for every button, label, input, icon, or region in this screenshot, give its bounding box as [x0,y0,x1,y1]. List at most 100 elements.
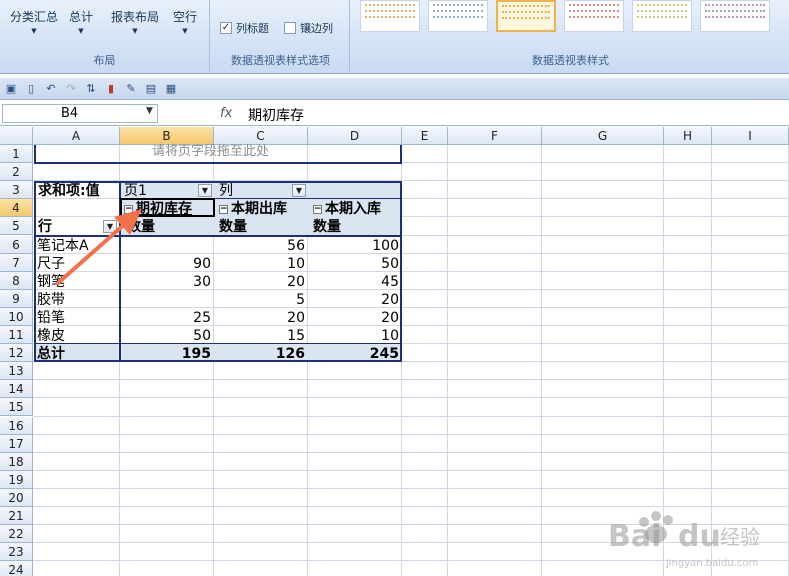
grand-total-cell[interactable]: 195 [120,345,214,363]
row-header-10[interactable]: 10 [0,307,33,326]
row-item-label[interactable]: 铅笔 [37,309,65,327]
row-header-24[interactable]: 24 [0,561,33,576]
form-icon[interactable]: ▤ [144,82,158,96]
column-item[interactable]: − 本期出库 [219,200,287,218]
style-thumb-1[interactable] [360,0,420,32]
grand-totals-label: 总计 [68,10,93,24]
svg-text:du: du [678,519,721,554]
row-header-21[interactable]: 21 [0,507,33,526]
column-item[interactable]: − 本期入库 [313,200,381,218]
select-all-corner[interactable] [0,127,33,145]
grand-total-cell[interactable]: 126 [214,345,308,363]
gridline [33,487,789,489]
value-cell[interactable]: 25 [120,309,214,327]
save-icon[interactable]: ▣ [4,82,18,96]
svg-text:jingyan.baidu.com: jingyan.baidu.com [665,558,758,569]
row-header-1[interactable]: 1 [0,145,33,164]
row-header-14[interactable]: 14 [0,380,33,399]
new-file-icon[interactable]: ▯ [24,82,38,96]
style-thumb-2[interactable] [428,0,488,32]
grand-total-cell[interactable]: 245 [308,345,402,363]
name-box[interactable]: B4 [2,104,158,123]
column-header-D[interactable]: D [308,127,402,145]
value-cell[interactable]: 20 [308,309,402,327]
page-field-filter-icon[interactable]: ▼ [198,184,212,198]
row-header-19[interactable]: 19 [0,470,33,489]
layout-group: 分类汇总 ▼ 总计 ▼ 报表布局 ▼ 空行 ▼ 布局 [0,0,210,72]
blank-rows-label: 空行 [172,10,197,24]
row-item-label[interactable]: 橡皮 [37,327,65,345]
column-header-H[interactable]: H [664,127,712,145]
blank-rows-button[interactable]: 空行 ▼ [168,8,202,35]
style-thumb-4[interactable] [564,0,624,32]
row-header-5[interactable]: 5 [0,217,33,236]
gridline [33,379,789,381]
col-headers-option[interactable]: ✓ 列标题 [220,20,269,36]
value-cell[interactable]: 100 [308,237,402,255]
grand-totals-button[interactable]: 总计 ▼ [64,8,98,35]
style-thumb-5[interactable] [632,0,692,32]
row-header-8[interactable]: 8 [0,271,33,290]
chevron-down-icon: ▼ [31,27,37,35]
value-cell[interactable]: 50 [308,255,402,273]
value-cell[interactable]: 45 [308,273,402,291]
chart-icon[interactable]: ▮ [104,82,118,96]
row-header-20[interactable]: 20 [0,488,33,507]
row-header-23[interactable]: 23 [0,543,33,562]
row-header-17[interactable]: 17 [0,434,33,453]
row-header-16[interactable]: 16 [0,416,33,435]
row-header-4[interactable]: 4 [0,199,33,218]
value-cell[interactable]: 15 [214,327,308,345]
baidu-watermark-logo: Bai du 经验 jingyan.baidu.com [608,511,760,569]
column-header-F[interactable]: F [448,127,542,145]
column-header-E[interactable]: E [402,127,448,145]
value-cell[interactable]: 5 [214,291,308,309]
style-thumb-6[interactable] [700,0,770,32]
collapse-icon[interactable]: − [313,205,322,215]
row-header-22[interactable]: 22 [0,525,33,544]
column-field-filter-icon[interactable]: ▼ [292,184,306,198]
value-cell[interactable]: 10 [308,327,402,345]
row-header-2[interactable]: 2 [0,163,33,182]
formula-value[interactable]: 期初库存 [248,105,304,125]
value-cell[interactable]: 50 [120,327,214,345]
chevron-down-icon: ▼ [78,27,84,35]
row-header-15[interactable]: 15 [0,398,33,417]
quick-access-toolbar: ▣ ▯ ↶ ↷ ⇅ ▮ ✎ ▤ ▦ [0,78,789,100]
report-layout-button[interactable]: 报表布局 ▼ [108,8,162,35]
row-header-13[interactable]: 13 [0,362,33,381]
row-header-9[interactable]: 9 [0,289,33,308]
row-header-6[interactable]: 6 [0,235,33,254]
value-cell[interactable]: 20 [214,309,308,327]
row-header-7[interactable]: 7 [0,253,33,272]
row-header-3[interactable]: 3 [0,181,33,200]
function-icon[interactable]: fx [220,106,232,121]
value-cell[interactable]: 56 [214,237,308,255]
column-header-G[interactable]: G [542,127,664,145]
collapse-icon[interactable]: − [219,205,228,215]
page-drop-hint: 请将页字段拖至此处 [152,144,270,159]
sort-icon[interactable]: ⇅ [84,82,98,96]
column-header-A[interactable]: A [33,127,120,145]
customize-icon[interactable]: ▦ [164,82,178,96]
column-field-label[interactable]: 列 [219,182,233,200]
checkbox-icon[interactable] [284,22,296,34]
column-header-I[interactable]: I [712,127,789,145]
undo-icon[interactable]: ↶ [44,82,58,96]
style-thumb-selected[interactable] [496,0,556,32]
redo-icon[interactable]: ↷ [64,82,78,96]
edit-icon[interactable]: ✎ [124,82,138,96]
row-header-18[interactable]: 18 [0,452,33,471]
value-cell[interactable]: 20 [214,273,308,291]
value-cell[interactable]: 20 [308,291,402,309]
subtotals-button[interactable]: 分类汇总 ▼ [6,8,62,35]
measure-label: 数量 [219,219,247,236]
value-cell[interactable]: 10 [214,255,308,273]
row-header-12[interactable]: 12 [0,344,33,363]
col-headers-label: 列标题 [236,22,269,35]
row-header-11[interactable]: 11 [0,326,33,345]
checkbox-icon[interactable]: ✓ [220,22,232,34]
banded-cols-option[interactable]: 镶边列 [284,20,333,36]
chevron-down-icon[interactable]: ▼ [146,106,153,116]
formula-bar: B4 ▼ fx 期初库存 [0,102,789,126]
